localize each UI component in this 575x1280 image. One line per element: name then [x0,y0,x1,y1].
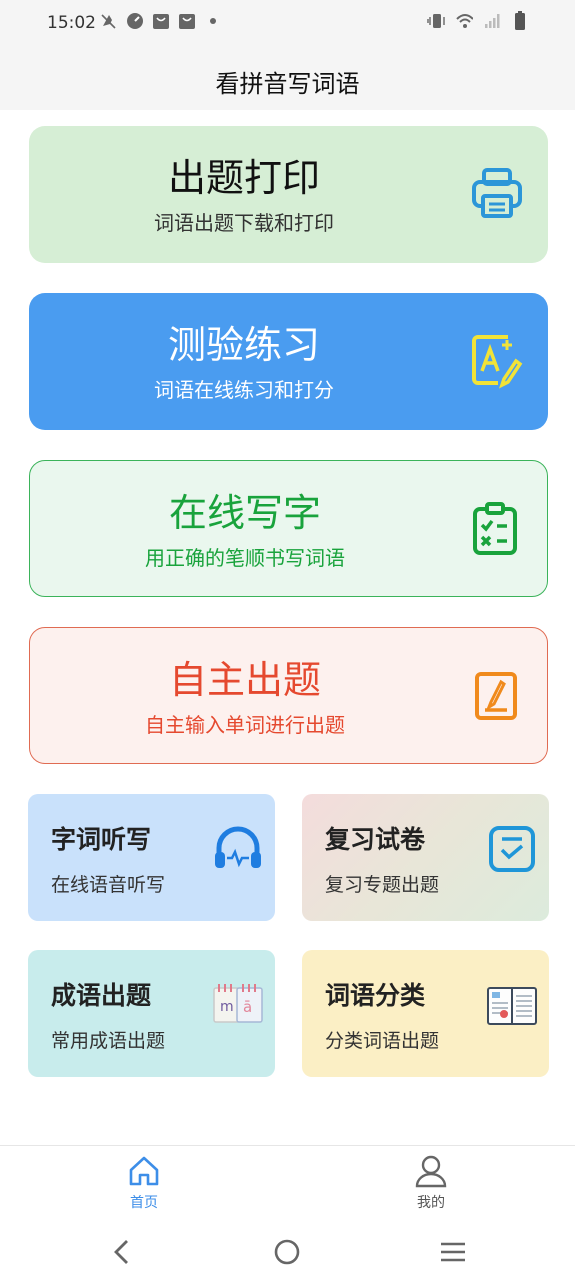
dictation-card[interactable]: 字词听写 在线语音听写 [28,794,275,921]
review-card-subtitle: 复习专题出题 [325,874,440,896]
clipboard-check-icon [467,499,525,557]
battery-icon [511,11,529,30]
note-edit-icon [467,666,525,724]
category-card-title: 词语分类 [325,981,426,1010]
shopping-bag-icon [152,12,170,30]
shopping-bag-icon [178,12,196,30]
edit-a-icon [468,331,526,389]
vibrate-icon [427,12,445,30]
tab-home-label: 首页 [130,1195,158,1211]
write-card-title: 在线写字 [168,491,321,535]
review-card-title: 复习试卷 [325,825,426,854]
user-icon [414,1154,448,1188]
wifi-icon [455,12,473,30]
system-nav-bar [0,1225,575,1280]
print-card-subtitle: 词语出题下载和打印 [154,211,334,235]
custom-card-title: 自主出题 [168,658,321,702]
home-icon [127,1154,161,1188]
tab-mine[interactable]: 我的 [391,1154,471,1212]
more-dot-icon [204,12,222,30]
category-card-subtitle: 分类词语出题 [325,1030,440,1052]
notification-icons [100,12,222,30]
test-card-title: 测验练习 [167,323,320,367]
svg-text:m: m [220,999,234,1015]
headphones-icon [211,822,265,876]
online-writing-card[interactable]: 在线写字 用正确的笔顺书写词语 [29,460,548,597]
test-card-subtitle: 词语在线练习和打分 [154,378,334,402]
word-category-card[interactable]: 词语分类 分类词语出题 [302,950,549,1077]
home-circle-icon[interactable] [272,1237,302,1267]
back-icon[interactable] [107,1237,137,1267]
clock-app-icon [126,12,144,30]
test-practice-card[interactable]: 测验练习 词语在线练习和打分 [29,293,548,430]
review-paper-card[interactable]: 复习试卷 复习专题出题 [302,794,549,921]
tab-home[interactable]: 首页 [104,1154,184,1212]
page-title: 看拼音写词语 [215,70,360,98]
signal-icon [483,12,501,30]
calendar-pinyin-icon: m ā [211,978,265,1032]
app-title-bar: 看拼音写词语 [0,48,575,110]
printer-icon [468,164,526,222]
svg-text:ā: ā [243,998,252,1016]
mute-icon [100,12,118,30]
dictation-card-title: 字词听写 [51,825,152,854]
print-card-title: 出题打印 [167,156,320,200]
bottom-nav: 首页 我的 [0,1145,575,1226]
status-time: 15:02 [47,13,96,33]
dictation-card-subtitle: 在线语音听写 [51,874,166,896]
print-card[interactable]: 出题打印 词语出题下载和打印 [29,126,548,263]
idiom-card[interactable]: 成语出题 常用成语出题 m ā [28,950,275,1077]
write-card-subtitle: 用正确的笔顺书写词语 [145,546,345,570]
tab-mine-label: 我的 [417,1195,445,1211]
notebook-icon [485,978,539,1032]
idiom-card-subtitle: 常用成语出题 [51,1030,166,1052]
checkbox-icon [485,822,539,876]
custom-question-card[interactable]: 自主出题 自主输入单词进行出题 [29,627,548,764]
idiom-card-title: 成语出题 [51,981,152,1010]
recent-apps-icon[interactable] [438,1237,468,1267]
custom-card-subtitle: 自主输入单词进行出题 [145,713,345,737]
status-bar: 15:02 [0,0,575,48]
system-icons [427,11,529,30]
